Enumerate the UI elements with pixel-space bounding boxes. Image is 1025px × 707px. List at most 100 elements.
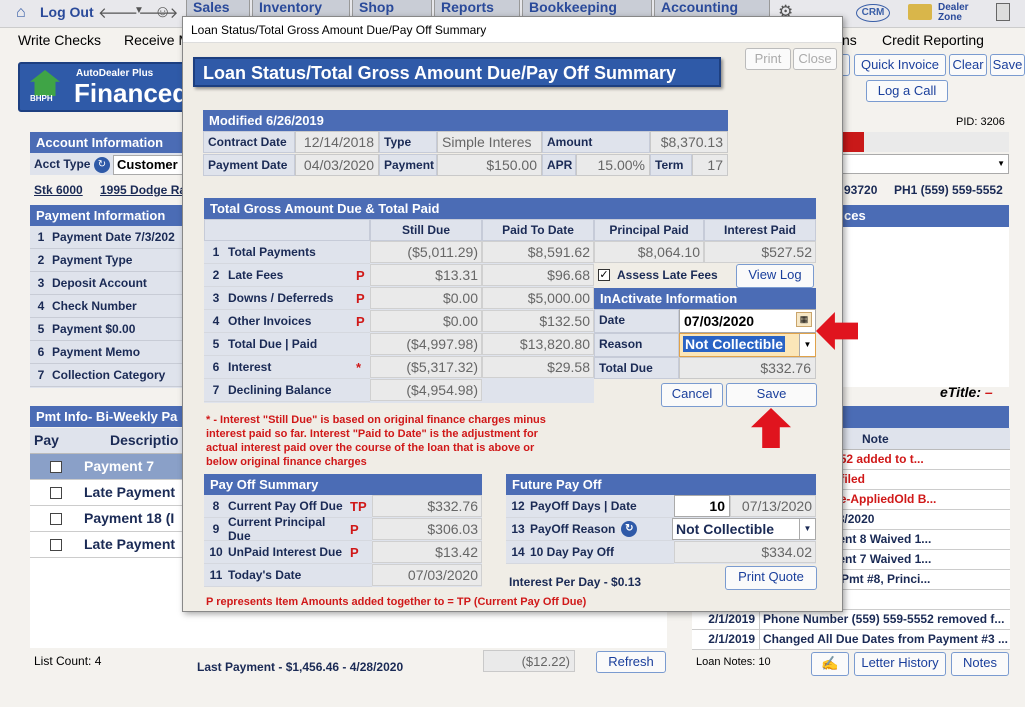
payment-info-item[interactable]: 6 Payment Memo (30, 341, 185, 364)
tgad-row: 4 Other Invoices P (204, 310, 370, 333)
quick-invoice-button[interactable]: Quick Invoice (854, 54, 946, 76)
pmt-row[interactable]: Payment 7 (30, 454, 185, 480)
payoff-value: $306.03 (372, 518, 482, 540)
payment-info-item[interactable]: 7 Collection Category (30, 364, 185, 387)
home-icon[interactable]: ⌂ (16, 4, 34, 21)
chevron-down-icon[interactable]: ▼ (134, 5, 144, 16)
clear-button[interactable]: Clear (949, 54, 987, 76)
nav-receive[interactable]: Receive M (124, 32, 190, 48)
nav-credit-reporting[interactable]: Credit Reporting (882, 32, 984, 48)
paid-to-date-value: $13,820.80 (482, 333, 594, 355)
payment-info-item[interactable]: 1 Payment Date 7/3/202 (30, 226, 185, 249)
pmt-row[interactable]: Late Payment (30, 532, 185, 558)
nav-write-checks[interactable]: Write Checks (18, 32, 101, 48)
stk-label: Stk 6000 (34, 183, 83, 197)
payment-label: Payment (379, 154, 437, 176)
still-due-value: $0.00 (370, 310, 482, 332)
account-info-header: Account Information (30, 132, 185, 153)
row-num: 5 (212, 337, 220, 351)
future-label: PayOff Days | Date (530, 499, 637, 513)
refresh-button[interactable]: Refresh (596, 651, 666, 673)
inventory-label: Inventory (259, 0, 323, 15)
tgad-col-spacer (204, 219, 370, 241)
save-button[interactable]: Save (726, 383, 817, 407)
row-num: 4 (212, 314, 220, 328)
note-row[interactable]: 2/1/2019 Phone Number (559) 559-5552 remo… (692, 610, 1010, 630)
list-count: List Count: 4 (34, 654, 102, 668)
row-flag: P (350, 544, 359, 560)
house-logo-icon (30, 70, 60, 96)
payment-info-item[interactable]: 3 Deposit Account (30, 272, 185, 295)
payment-info-item[interactable]: 4 Check Number (30, 295, 185, 318)
acct-type-select[interactable]: Customer (113, 155, 185, 175)
assess-late-fees-checkbox[interactable]: ✓ (598, 269, 610, 281)
amount-financed-value: $8,370.13 (650, 131, 728, 153)
pmt-row[interactable]: Payment 18 (I (30, 506, 185, 532)
still-due-value: $13.31 (370, 264, 482, 286)
inactivate-header: InActivate Information (594, 288, 816, 309)
payoff-days-input[interactable]: 10 (674, 495, 730, 517)
logo-title: Financed (74, 78, 189, 108)
print-quote-button[interactable]: Print Quote (725, 566, 817, 590)
paid-to-date-value: $29.58 (482, 356, 594, 378)
modified-header: Modified 6/26/2019 (203, 110, 728, 131)
payoff-value: $13.42 (372, 541, 482, 563)
nav-ns[interactable]: ns (842, 32, 857, 48)
type-label: Type (379, 131, 437, 153)
pmt-description: Payment 7 (84, 458, 155, 474)
row-num: 13 (511, 522, 525, 536)
save-top-button[interactable]: Save (990, 54, 1025, 76)
note-row[interactable]: 2/1/2019 Changed All Due Dates from Payme… (692, 630, 1010, 650)
refresh-icon[interactable]: ↻ (621, 521, 638, 537)
row-num: 2 (37, 253, 45, 267)
crm-button[interactable]: CRM (856, 4, 890, 22)
principal-paid-value: $8,064.10 (594, 241, 704, 263)
dealer-zone-icon[interactable] (908, 4, 932, 20)
reason-select[interactable]: Not Collectible ▼ (679, 333, 816, 357)
pay-checkbox[interactable] (50, 487, 62, 500)
print-button[interactable]: Print (745, 48, 791, 70)
payment-info-item[interactable]: 5 Payment $0.00 (30, 318, 185, 341)
row-num: 5 (37, 322, 45, 336)
payment-info-item[interactable]: 2 Payment Type (30, 249, 185, 272)
info-icon[interactable]: ↻ (94, 157, 110, 173)
close-button[interactable]: Close (793, 48, 837, 70)
desc-col-label: Descriptio (110, 432, 179, 448)
notes-button[interactable]: Notes (951, 652, 1009, 676)
reason-selected-value: Not Collectible (683, 336, 786, 352)
last-payment: Last Payment - $1,456.46 - 4/28/2020 (197, 660, 404, 674)
calendar-icon[interactable]: ▦ (796, 312, 812, 327)
payment-info-label: Check Number (52, 299, 137, 313)
chevron-down-icon: ▼ (799, 334, 815, 356)
signature-button[interactable]: ✍ (811, 652, 849, 676)
p-note: P represents Item Amounts added together… (206, 596, 587, 608)
payoff-value: $332.76 (372, 495, 482, 517)
payment-info-label: Payment $0.00 (52, 322, 136, 336)
red-bar (840, 132, 864, 152)
acct-type-label: Acct Type (34, 157, 91, 171)
pay-checkbox[interactable] (50, 539, 62, 552)
payment-date-label: Payment Date (203, 154, 295, 176)
pmt-row[interactable]: Late Payment (30, 480, 185, 506)
right-select[interactable]: ▼ (818, 154, 1009, 174)
payoff-reason-select[interactable]: Not Collectible ▼ (672, 518, 816, 540)
dealer-zone-link[interactable]: Dealer Zone (938, 3, 978, 23)
pay-checkbox[interactable] (50, 513, 62, 526)
pay-col-label: Pay (34, 432, 59, 448)
log-a-call-button[interactable]: Log a Call (866, 80, 948, 102)
note-date: 2/1/2019 (692, 630, 760, 649)
contract-date-label: Contract Date (203, 131, 295, 153)
calculator-icon[interactable] (996, 3, 1010, 21)
view-log-button[interactable]: View Log (736, 264, 814, 288)
cancel-button[interactable]: Cancel (661, 383, 723, 407)
etitle-text: eTitle: (940, 384, 981, 400)
letter-history-button[interactable]: Letter History (854, 652, 946, 676)
tgad-row-label: Declining Balance (228, 383, 332, 397)
tgad-row: 6 Interest * (204, 356, 370, 379)
logout-link[interactable]: Log Out (40, 4, 94, 20)
pay-checkbox[interactable] (50, 461, 62, 474)
modal-titlebar: Loan Status/Total Gross Amount Due/Pay O… (183, 17, 842, 43)
col-paid-to-date: Paid To Date (482, 219, 594, 241)
ten-day-payoff-value: $334.02 (674, 541, 816, 563)
face-icon[interactable]: ☺ (154, 2, 171, 22)
